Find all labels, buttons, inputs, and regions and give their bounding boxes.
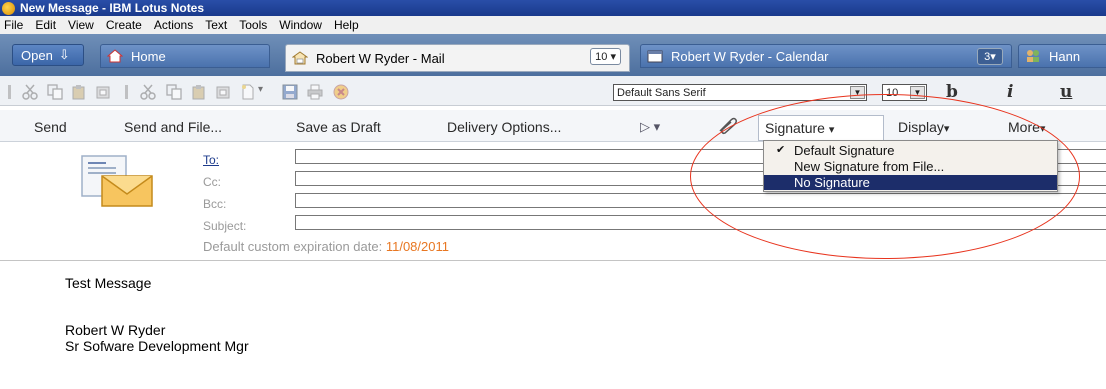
menu-view[interactable]: View [68,18,94,32]
save-icon[interactable] [282,84,298,100]
new-document-icon[interactable] [240,84,256,100]
tab-calendar[interactable]: Robert W Ryder - Calendar 3 ▾ [640,44,1012,68]
tab-bar: Open ⇩ Home Robert W Ryder - Mail 10 ▾ R… [0,34,1106,76]
memo-envelope-icon [81,155,153,207]
mail-unread-count[interactable]: 10 ▾ [590,48,621,65]
send-and-file-button[interactable]: Send and File... [124,119,222,135]
underline-button[interactable]: u [1060,82,1072,102]
arrow-down-icon: ⇩ [58,47,70,62]
paste-special-icon[interactable] [95,84,111,100]
font-select-value: Default Sans Serif [617,86,706,99]
home-icon [107,49,123,63]
send-button[interactable]: Send [34,119,67,135]
toolbar-grip-icon [8,85,11,99]
tab-home[interactable]: Home [100,44,270,68]
subject-label: Subject: [203,219,247,233]
tab-mail[interactable]: Robert W Ryder - Mail 10 ▾ [285,44,630,72]
save-as-draft-button[interactable]: Save as Draft [296,119,381,135]
tab-home-label: Home [131,48,166,64]
paste-special-icon[interactable] [215,84,231,100]
body-line: Test Message [65,275,152,291]
tab-partial-label: Hann [1049,48,1081,64]
flag-icon[interactable]: ▷ ▾ [640,119,660,135]
divider [0,260,1106,261]
people-icon [1027,50,1039,62]
menu-tools[interactable]: Tools [239,18,267,32]
paste-icon[interactable] [191,84,207,100]
cut-icon[interactable] [22,84,38,100]
cc-label: Cc: [203,175,221,189]
tab-mail-label: Robert W Ryder - Mail [316,50,445,66]
tab-partial[interactable]: Hann [1018,44,1106,68]
expiration-date[interactable]: 11/08/2011 [386,239,449,254]
spell-check-icon[interactable] [333,84,349,100]
menu-help[interactable]: Help [334,18,359,32]
calendar-count[interactable]: 3 ▾ [977,48,1003,65]
menu-window[interactable]: Window [279,18,322,32]
bcc-label: Bcc: [203,197,227,211]
mail-count-value: 10 [595,50,608,63]
delivery-options-button[interactable]: Delivery Options... [447,119,561,135]
menu-bar: File Edit View Create Actions Text Tools… [0,16,1106,34]
body-line: Robert W Ryder [65,322,166,338]
chevron-down-icon[interactable]: ▾ [258,84,268,100]
title-bar: New Message - IBM Lotus Notes [0,0,1106,16]
menu-actions[interactable]: Actions [154,18,193,32]
copy-icon[interactable] [166,84,182,100]
menu-text[interactable]: Text [205,18,227,32]
calendar-icon [647,50,663,63]
menu-create[interactable]: Create [106,18,142,32]
annotation-ellipse [690,94,1080,259]
expiration-notice: Default custom expiration date: 11/08/20… [203,239,449,254]
window-title: New Message - IBM Lotus Notes [20,1,205,15]
separator-icon [125,85,128,99]
cut-icon[interactable] [140,84,156,100]
expiration-label: Default custom expiration date: [203,239,383,254]
body-line: Sr Sofware Development Mgr [65,338,249,354]
open-button-label: Open [21,47,53,63]
to-label[interactable]: To: [203,153,219,167]
open-button[interactable]: Open ⇩ [12,44,84,66]
lotus-notes-icon [2,1,15,15]
paste-icon[interactable] [71,84,87,100]
calendar-count-value: 3 [984,50,991,63]
mail-home-icon [292,51,308,65]
menu-file[interactable]: File [4,18,23,32]
copy-icon[interactable] [47,84,63,100]
print-icon[interactable] [307,84,323,100]
menu-edit[interactable]: Edit [35,18,56,32]
italic-button[interactable]: i [1007,82,1013,102]
tab-calendar-label: Robert W Ryder - Calendar [671,48,829,64]
